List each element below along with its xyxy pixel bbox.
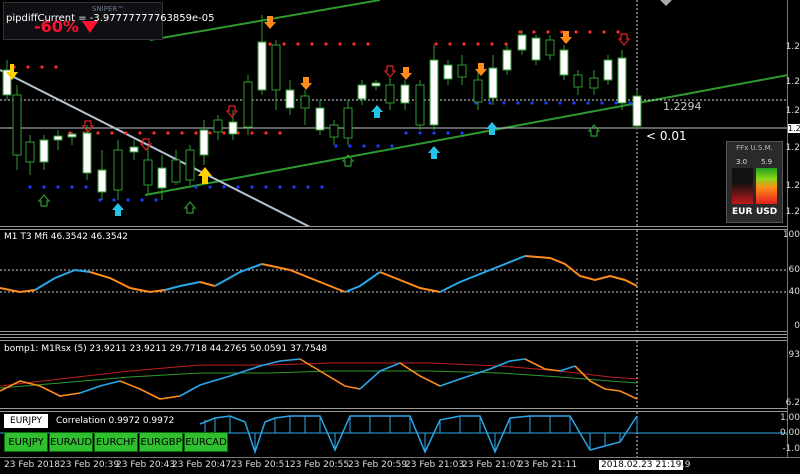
x-tick: :19 (676, 460, 691, 470)
main-price-chart[interactable]: SNIPER™ -60% pipdiffCurrent = -3.9777777… (0, 0, 788, 227)
current-price-tag: 1.2 (788, 124, 800, 133)
t3-level-60: 60 (788, 265, 800, 275)
ffx-pair-right: USD (756, 207, 778, 217)
symbol-selector[interactable]: EURJPY (4, 414, 48, 428)
rsx-svg: bomp1: M1Rsx (5) 23.9211 23.9211 29.7718… (0, 341, 638, 409)
t3-mfi-up-line (34, 268, 91, 291)
diff-label: < 0.01 (646, 129, 687, 143)
time-axis[interactable]: 23 Feb 2018 23 Feb 20:39 23 Feb 20:43 23… (0, 457, 800, 474)
x-tick: 23 Feb 20:47 (172, 460, 232, 470)
symbol-button-eurchf[interactable]: EURCHF (94, 432, 138, 452)
t3-mfi-indicator[interactable]: M1 T3 Mfi 46.3542 46.3542 (0, 230, 788, 332)
t3-level-0: 0 (794, 321, 800, 331)
x-tick: 23 Feb 21:07 (462, 460, 522, 470)
x-tick: 23 Feb 20:51 (231, 460, 291, 470)
ffx-bar-right (756, 168, 777, 204)
y-tick: 1.2 (785, 143, 800, 153)
candles (2, 15, 642, 200)
t3-level-100: 100 (782, 230, 800, 240)
pane-separator[interactable] (0, 331, 800, 335)
y-tick: 1.2 (785, 181, 800, 191)
rsx-blue-line (79, 380, 121, 394)
symbol-button-eurgbp[interactable]: EURGBP (139, 432, 183, 452)
x-tick: 23 Feb 2018 (4, 460, 61, 470)
t3-mfi-svg: M1 T3 Mfi 46.3542 46.3542 (0, 230, 788, 332)
y-tick: 1.2 (785, 207, 800, 217)
x-tick: 23 Feb 20:55 (290, 460, 350, 470)
ffx-value-left: 3.0 (736, 158, 748, 166)
channel-lower-line (144, 74, 788, 196)
sniper-logo: SNIPER™ (92, 5, 125, 13)
x-tick: 23 Feb 20:59 (348, 460, 408, 470)
y-tick: 1.2 (785, 106, 800, 116)
crosshair-time-label: 2018.02.23 21:19 (599, 460, 684, 470)
shift-marker[interactable] (660, 0, 672, 6)
ffx-usm-widget[interactable]: FFx U.S.M. 3.0 5.9 EUR USD (726, 141, 783, 223)
price-axis[interactable]: 1.2 1.2 1.2 1.2 1.2 1.2 1.2 100 60 40 0 … (780, 0, 800, 460)
rsx-level-6: 6.2 (785, 398, 800, 408)
symbol-button-euraud[interactable]: EURAUD (49, 432, 93, 452)
corr-level-neg1: -1.0 (782, 444, 800, 454)
x-tick: 23 Feb 20:39 (60, 460, 120, 470)
price-label: 1.2294 (663, 100, 702, 113)
ffx-bar-left (732, 168, 753, 204)
t3-header: M1 T3 Mfi 46.3542 46.3542 (4, 232, 128, 242)
x-tick: 23 Feb 21:03 (405, 460, 465, 470)
rsx-indicator[interactable]: bomp1: M1Rsx (5) 23.9211 23.9211 29.7718… (0, 341, 788, 409)
symbol-button-eurjpy[interactable]: EURJPY (4, 432, 48, 452)
pipdiff-label: pipdiffCurrent = -3.97777777763859e-05 (6, 13, 215, 24)
symbol-button-eurcad[interactable]: EURCAD (184, 432, 228, 452)
correlation-line (199, 415, 638, 455)
t3-level-40: 40 (788, 287, 800, 297)
rsx-level-93: 93 (788, 350, 800, 360)
x-tick: 23 Feb 20:43 (116, 460, 176, 470)
correlation-header: Correlation 0.9972 0.9972 (56, 416, 175, 426)
t3-mfi-down-line (0, 287, 36, 294)
correlation-indicator[interactable]: EURJPY Correlation 0.9972 0.9972 EURJPY … (0, 412, 788, 457)
rsx-green-line (0, 370, 638, 389)
corr-level-0: 0.00 (779, 428, 800, 438)
rsx-orange-line (0, 380, 81, 397)
ffx-value-right: 5.9 (761, 158, 773, 166)
ffx-title: FFx U.S.M. (736, 144, 773, 152)
ffx-pair-left: EUR (732, 207, 753, 217)
x-tick: 23 Feb 21:11 (518, 460, 578, 470)
y-tick: 1.2 (785, 77, 800, 87)
correlation-histogram (204, 416, 638, 452)
y-tick: 1.2 (785, 42, 800, 52)
corr-level-1: 1.00 (779, 413, 800, 423)
rsx-header: bomp1: M1Rsx (5) 23.9211 23.9211 29.7718… (4, 344, 327, 354)
